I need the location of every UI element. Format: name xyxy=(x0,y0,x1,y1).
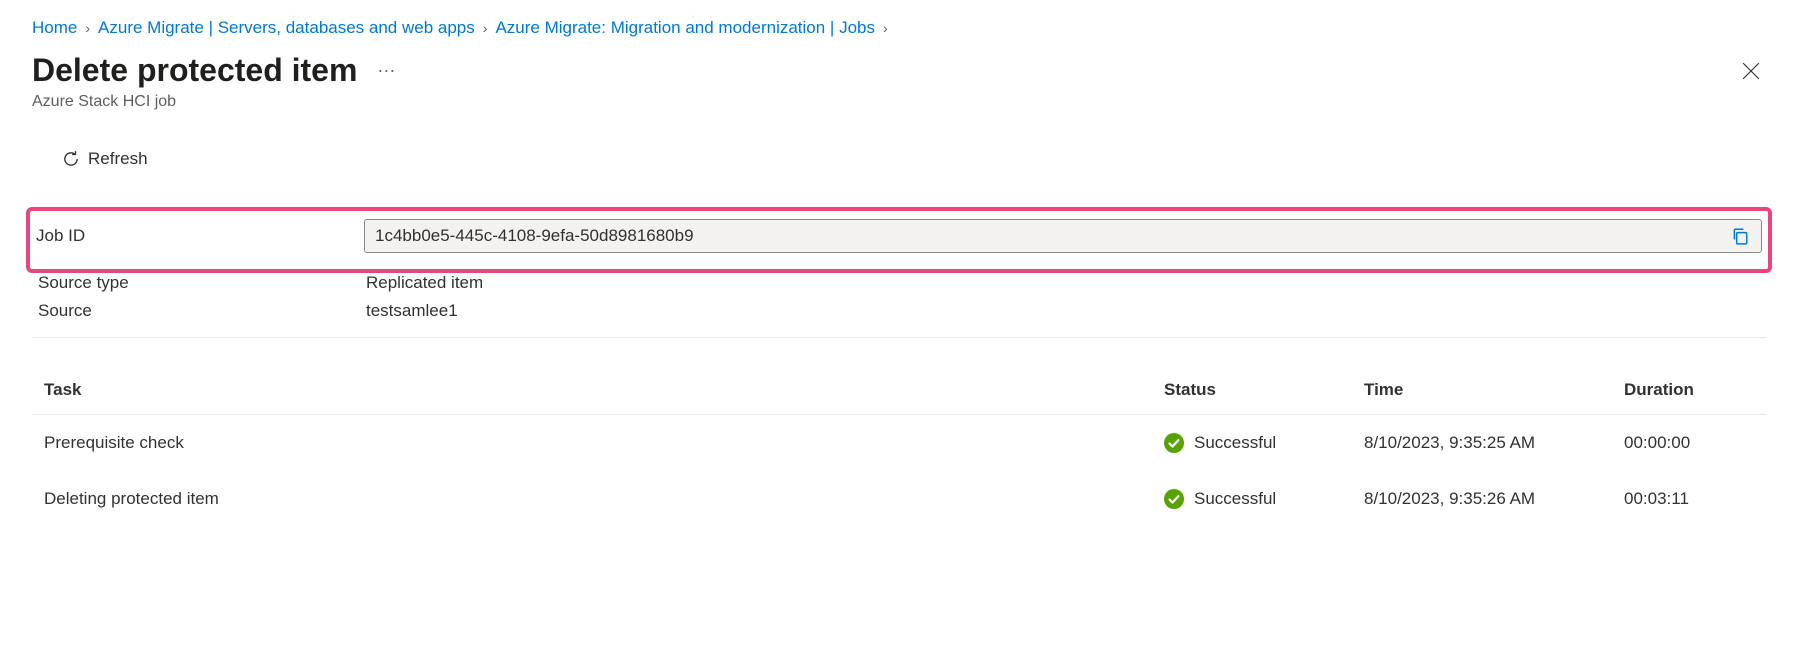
status-text: Successful xyxy=(1194,489,1276,509)
chevron-right-icon: › xyxy=(483,20,488,36)
table-header: Task Status Time Duration xyxy=(32,366,1766,415)
task-table: Task Status Time Duration Prerequisite c… xyxy=(32,366,1766,527)
source-value: testsamlee1 xyxy=(366,301,1760,321)
refresh-icon xyxy=(62,150,80,168)
header-task: Task xyxy=(44,380,1164,400)
source-type-value: Replicated item xyxy=(366,273,1760,293)
page-subtitle: Azure Stack HCI job xyxy=(32,93,1766,111)
source-label: Source xyxy=(38,301,366,321)
task-duration: 00:00:00 xyxy=(1624,433,1754,453)
table-row: Prerequisite check Successful 8/10/2023,… xyxy=(32,415,1766,471)
breadcrumb-migration-jobs[interactable]: Azure Migrate: Migration and modernizati… xyxy=(495,18,875,38)
breadcrumb-azure-migrate-servers[interactable]: Azure Migrate | Servers, databases and w… xyxy=(98,18,475,38)
jobid-highlight: Job ID xyxy=(26,207,1772,273)
jobid-label: Job ID xyxy=(36,226,364,246)
task-time: 8/10/2023, 9:35:25 AM xyxy=(1364,433,1624,453)
source-type-label: Source type xyxy=(38,273,366,293)
task-name: Prerequisite check xyxy=(44,433,1164,453)
more-actions-button[interactable]: ··· xyxy=(377,60,395,81)
close-icon xyxy=(1742,62,1760,80)
divider xyxy=(32,337,1766,338)
breadcrumb-home[interactable]: Home xyxy=(32,18,77,38)
chevron-right-icon: › xyxy=(85,20,90,36)
jobid-field xyxy=(364,219,1762,253)
jobid-input[interactable] xyxy=(375,226,1729,246)
task-duration: 00:03:11 xyxy=(1624,489,1754,509)
page-title: Delete protected item xyxy=(32,52,357,89)
copy-icon xyxy=(1731,227,1749,245)
refresh-label: Refresh xyxy=(88,149,148,169)
success-icon xyxy=(1164,489,1184,509)
header-time: Time xyxy=(1364,380,1624,400)
header-status: Status xyxy=(1164,380,1364,400)
header-duration: Duration xyxy=(1624,380,1754,400)
chevron-right-icon: › xyxy=(883,20,888,36)
table-row: Deleting protected item Successful 8/10/… xyxy=(32,471,1766,527)
copy-button[interactable] xyxy=(1729,225,1751,247)
task-name: Deleting protected item xyxy=(44,489,1164,509)
breadcrumb: Home › Azure Migrate | Servers, database… xyxy=(32,18,1766,38)
task-time: 8/10/2023, 9:35:26 AM xyxy=(1364,489,1624,509)
close-button[interactable] xyxy=(1736,56,1766,86)
refresh-button[interactable]: Refresh xyxy=(62,149,148,169)
status-text: Successful xyxy=(1194,433,1276,453)
success-icon xyxy=(1164,433,1184,453)
